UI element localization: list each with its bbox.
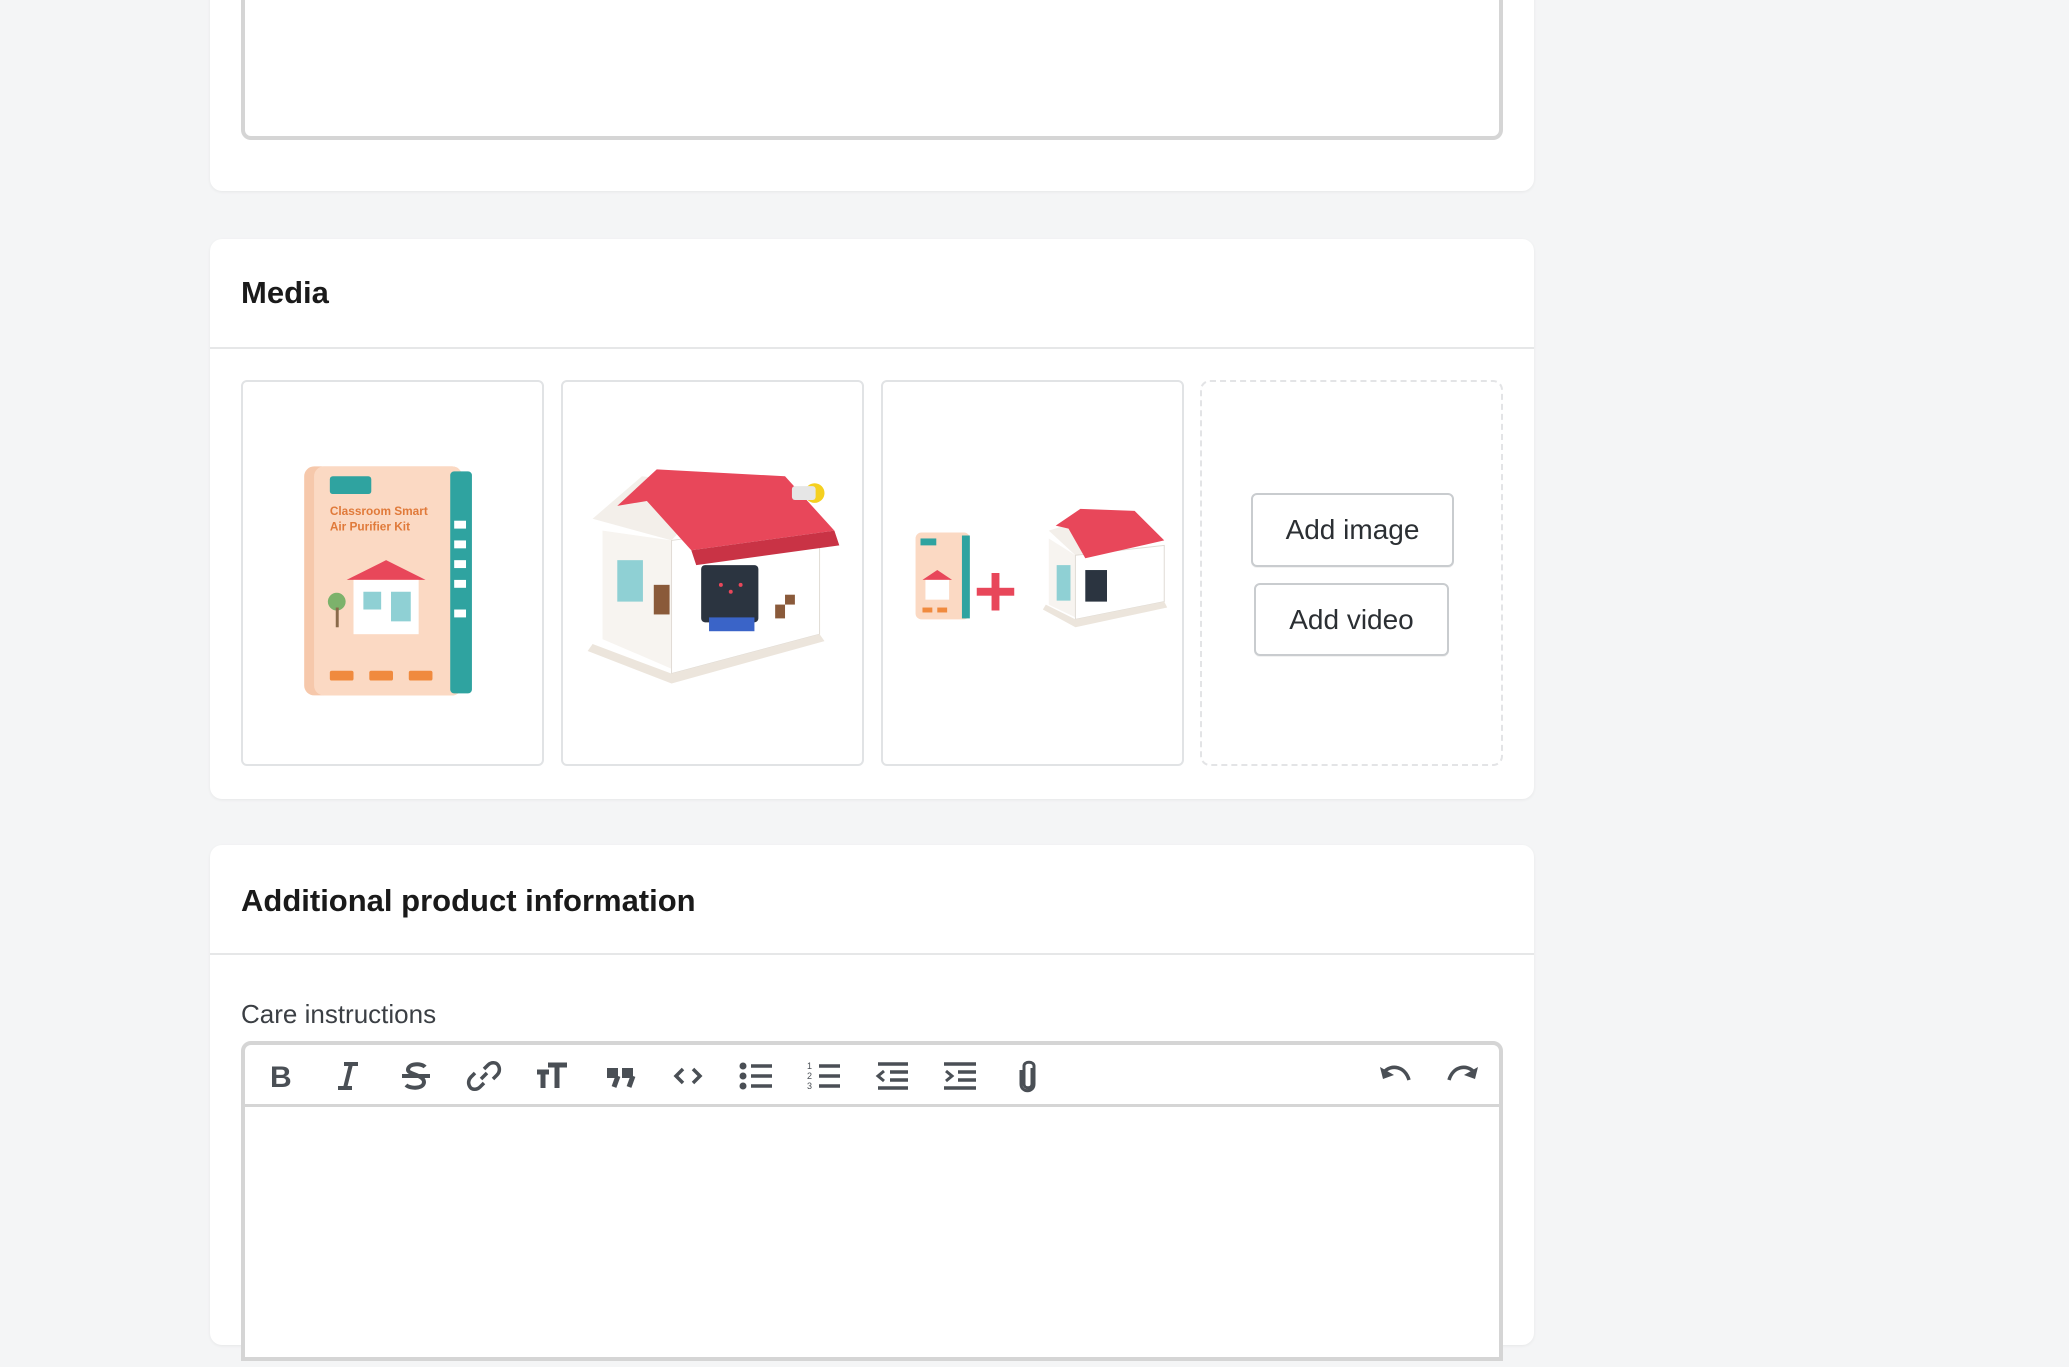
product-house-image — [587, 469, 840, 684]
svg-text:Classroom Smart: Classroom Smart — [330, 504, 428, 518]
care-instructions-label: Care instructions — [241, 999, 437, 1029]
add-image-button[interactable]: Add image — [1251, 493, 1454, 567]
indent-icon[interactable] — [937, 1053, 983, 1099]
additional-info-title: Additional product information — [241, 883, 696, 918]
link-icon[interactable] — [461, 1053, 507, 1099]
strikethrough-icon[interactable] — [393, 1053, 439, 1099]
svg-text:1: 1 — [807, 1061, 812, 1071]
svg-text:B: B — [270, 1061, 292, 1094]
svg-text:3: 3 — [807, 1081, 812, 1091]
description-card — [210, 0, 1534, 191]
svg-text:2: 2 — [807, 1071, 812, 1081]
media-thumbnail-3[interactable] — [881, 380, 1184, 766]
care-instructions-editor-body[interactable] — [245, 1107, 1499, 1367]
media-thumbnail-2[interactable] — [561, 380, 864, 766]
description-editor-body[interactable] — [241, 0, 1503, 140]
outdent-icon[interactable] — [869, 1053, 915, 1099]
divider — [210, 347, 1534, 349]
divider — [210, 953, 1534, 955]
quote-icon[interactable] — [597, 1053, 643, 1099]
undo-icon[interactable] — [1372, 1053, 1418, 1099]
italic-icon[interactable] — [325, 1053, 371, 1099]
bold-icon[interactable]: B — [257, 1053, 303, 1099]
media-thumbnail-1[interactable]: Classroom Smart Air Purifier Kit — [241, 380, 544, 766]
redo-icon[interactable] — [1440, 1053, 1486, 1099]
add-video-button[interactable]: Add video — [1254, 583, 1449, 656]
heading-icon[interactable] — [529, 1053, 575, 1099]
product-kit-combo-image — [915, 508, 1168, 628]
product-box-image: Classroom Smart Air Purifier Kit — [304, 466, 472, 696]
svg-text:Air Purifier Kit: Air Purifier Kit — [330, 520, 410, 534]
bullet-list-icon[interactable] — [733, 1053, 779, 1099]
care-instructions-editor: B 1 2 3 — [241, 1041, 1503, 1361]
additional-info-card: Additional product information Care inst… — [210, 845, 1534, 1361]
attach-icon[interactable] — [1005, 1053, 1051, 1099]
add-media-dropzone[interactable]: Add image Add video — [1200, 380, 1503, 766]
numbered-list-icon[interactable]: 123 — [801, 1053, 847, 1099]
media-title: Media — [241, 275, 329, 310]
media-card: Media Classroom Smart Air Purifier Kit A… — [210, 239, 1534, 799]
code-icon[interactable] — [665, 1053, 711, 1099]
editor-toolbar: B 1 2 3 — [245, 1045, 1499, 1107]
